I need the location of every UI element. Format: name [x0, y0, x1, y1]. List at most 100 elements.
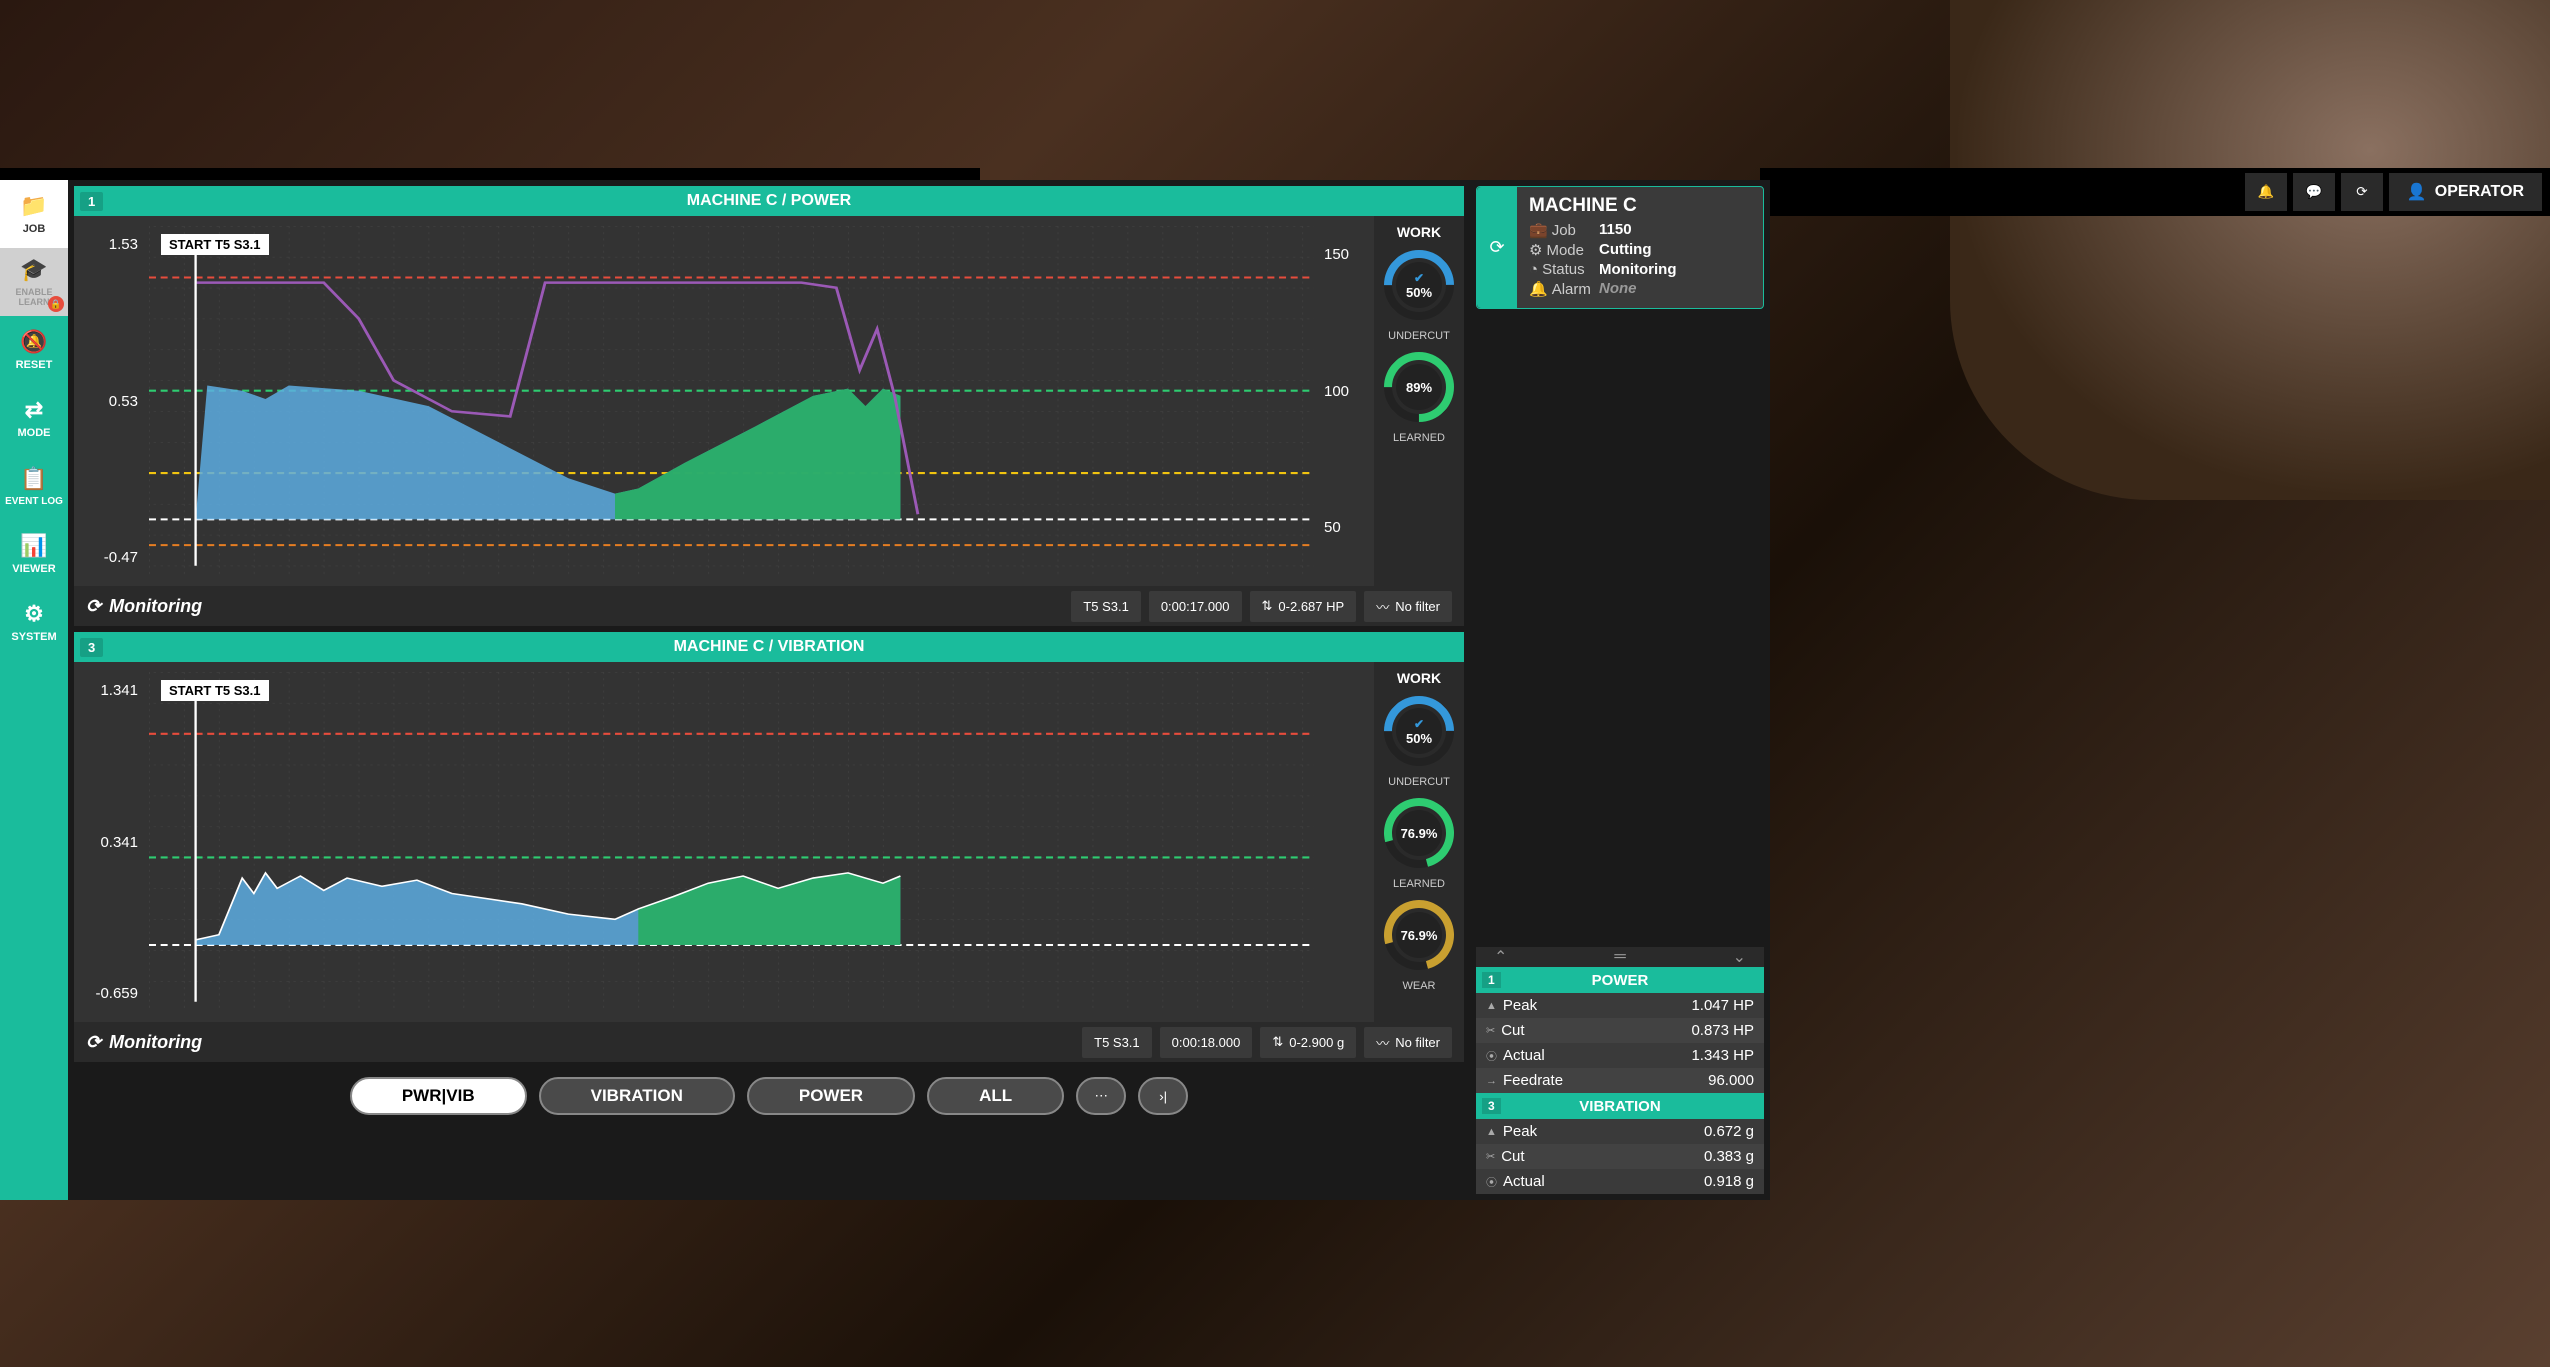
bell-icon: 🔔 Alarm [1529, 280, 1599, 298]
view-tab-power[interactable]: POWER [747, 1077, 915, 1115]
folder-icon: 📁 [20, 193, 47, 219]
vibration-metrics-header: 3 VIBRATION [1476, 1093, 1764, 1119]
graduation-icon: 🎓 [20, 257, 47, 283]
sidebar-enable-learn-button[interactable]: 🎓 ENABLE LEARN 🔒 [0, 248, 68, 316]
sidebar: 📁 JOB 🎓 ENABLE LEARN 🔒 🔕 RESET ⇄ MODE 📋 … [0, 180, 68, 1200]
alarm-value: None [1599, 280, 1637, 298]
metric-icon: ✂ [1486, 1150, 1495, 1163]
metric-value: 1.343 HP [1691, 1047, 1754, 1064]
metric-icon: ⦿ [1486, 1174, 1497, 1190]
ellipsis-icon: ⋯ [1094, 1088, 1107, 1103]
vibration-chart-svg [149, 672, 1314, 1012]
metrics-section: ⌃ ═ ⌄ 1 POWER ▲Peak1.047 HP✂Cut0.873 HP⦿… [1476, 947, 1764, 1194]
gauge-sublabel: UNDERCUT [1388, 776, 1450, 788]
power-chart-panel: 1 MACHINE C / POWER 1.53 0.53 -0.47 STAR… [74, 186, 1464, 626]
footer-chip[interactable]: 0:00:18.000 [1160, 1027, 1253, 1058]
metrics-drag-handle[interactable]: ⌃ ═ ⌄ [1476, 947, 1764, 967]
metric-icon: ⦿ [1486, 1048, 1497, 1064]
chart-title: MACHINE C / VIBRATION [674, 638, 865, 656]
undercut-gauge[interactable]: ✔50% [1384, 696, 1454, 766]
power-chart-svg [149, 226, 1314, 576]
sidebar-system-button[interactable]: ⚙ SYSTEM [0, 588, 68, 656]
learned-gauge[interactable]: 89% [1384, 352, 1454, 422]
bell-off-icon: 🔕 [20, 329, 47, 355]
metric-row: ▲Peak0.672 g [1476, 1119, 1764, 1144]
briefcase-icon: 💼 Job [1529, 221, 1599, 239]
chevron-right-icon: ›| [1159, 1089, 1167, 1104]
bell-icon: 🔔 [2258, 184, 2275, 200]
y-tick: -0.47 [80, 549, 138, 566]
vibration-plot-area: START T5 S3.1 [149, 672, 1314, 1012]
metric-row: ▲Peak1.047 HP [1476, 993, 1764, 1018]
refresh-button[interactable]: ⟳ [2341, 173, 2383, 211]
chart-title: MACHINE C / POWER [687, 192, 851, 210]
gauge-sublabel: WEAR [1403, 980, 1436, 992]
mode-value: Cutting [1599, 241, 1651, 259]
sync-icon: ⟳ [86, 1032, 101, 1053]
metric-icon: → [1486, 1075, 1497, 1087]
sidebar-item-label: EVENT LOG [5, 496, 63, 507]
metric-row: →Feedrate96.000 [1476, 1068, 1764, 1093]
y-tick: 1.53 [80, 236, 138, 253]
vibration-y-axis: 1.341 0.341 -0.659 [74, 662, 144, 1022]
start-marker-label: START T5 S3.1 [161, 234, 269, 255]
sidebar-item-label: VIEWER [12, 563, 55, 575]
operator-label: OPERATOR [2435, 183, 2524, 201]
next-view-button[interactable]: ›| [1138, 1077, 1188, 1115]
view-tab-vibration[interactable]: VIBRATION [539, 1077, 735, 1115]
metric-label: Cut [1501, 1022, 1524, 1039]
vibration-chart-header: 3 MACHINE C / VIBRATION [74, 632, 1464, 662]
footer-chip[interactable]: 0:00:17.000 [1149, 591, 1242, 622]
metric-row: ⦿Actual1.343 HP [1476, 1043, 1764, 1068]
power-plot-area: START T5 S3.1 [149, 226, 1314, 576]
lock-icon: 🔒 [48, 296, 64, 312]
metric-icon: ▲ [1486, 1000, 1497, 1012]
gauge-sublabel: LEARNED [1393, 432, 1445, 444]
footer-chip[interactable]: ⇅0-2.687 HP [1250, 591, 1357, 622]
learned-gauge[interactable]: 76.9% [1384, 798, 1454, 868]
metric-value: 1.047 HP [1691, 997, 1754, 1014]
vibration-status: ⟳ Monitoring [86, 1032, 202, 1053]
messages-button[interactable]: 💬 [2293, 173, 2335, 211]
sidebar-event-log-button[interactable]: 📋 EVENT LOG [0, 452, 68, 520]
y2-tick: 100 [1324, 383, 1368, 400]
power-chart-plot[interactable]: 1.53 0.53 -0.47 START T5 S3.1 [74, 216, 1374, 586]
metric-label: Actual [1503, 1173, 1545, 1190]
right-panel: ⟳ MACHINE C 💼 Job1150 ⚙ ModeCutting ◔ St… [1470, 180, 1770, 1200]
undercut-gauge[interactable]: ✔50% [1384, 250, 1454, 320]
more-views-button[interactable]: ⋯ [1076, 1077, 1126, 1115]
sidebar-item-label: RESET [16, 359, 53, 371]
power-y-axis: 1.53 0.53 -0.47 [74, 216, 144, 586]
start-marker-label: START T5 S3.1 [161, 680, 269, 701]
machine-title: MACHINE C [1529, 195, 1751, 217]
metric-header-label: POWER [1592, 972, 1649, 989]
footer-chip[interactable]: T5 S3.1 [1082, 1027, 1152, 1058]
footer-chip[interactable]: ⇅0-2.900 g [1260, 1027, 1356, 1058]
gear-icon: ⚙ [24, 601, 44, 627]
view-tab-all[interactable]: ALL [927, 1077, 1064, 1115]
wear-gauge[interactable]: 76.9% [1384, 900, 1454, 970]
metric-label: Cut [1501, 1148, 1524, 1165]
metric-row: ⦿Actual0.918 g [1476, 1169, 1764, 1194]
sidebar-mode-button[interactable]: ⇄ MODE [0, 384, 68, 452]
sidebar-viewer-button[interactable]: 📊 VIEWER [0, 520, 68, 588]
footer-chip[interactable]: 〰No filter [1364, 1027, 1452, 1058]
y2-tick: 150 [1324, 246, 1368, 263]
vibration-chart-plot[interactable]: 1.341 0.341 -0.659 START T5 S3.1 [74, 662, 1374, 1022]
user-icon: 👤 [2407, 182, 2427, 202]
machine-card[interactable]: ⟳ MACHINE C 💼 Job1150 ⚙ ModeCutting ◔ St… [1476, 186, 1764, 309]
status-text: Monitoring [109, 1032, 202, 1053]
work-label: WORK [1397, 670, 1441, 686]
sidebar-job-button[interactable]: 📁 JOB [0, 180, 68, 248]
job-value: 1150 [1599, 221, 1632, 239]
footer-chip[interactable]: T5 S3.1 [1071, 591, 1141, 622]
view-tab-pwrvib[interactable]: PWR|VIB [350, 1077, 527, 1115]
operator-button[interactable]: 👤 OPERATOR [2389, 173, 2542, 211]
status-value: Monitoring [1599, 261, 1676, 278]
notifications-button[interactable]: 🔔 [2245, 173, 2287, 211]
chevron-up-icon: ⌃ [1494, 947, 1507, 967]
range-icon: ⇅ [1262, 598, 1273, 614]
sidebar-reset-button[interactable]: 🔕 RESET [0, 316, 68, 384]
footer-chip[interactable]: 〰No filter [1364, 591, 1452, 622]
power-status: ⟳ Monitoring [86, 596, 202, 617]
